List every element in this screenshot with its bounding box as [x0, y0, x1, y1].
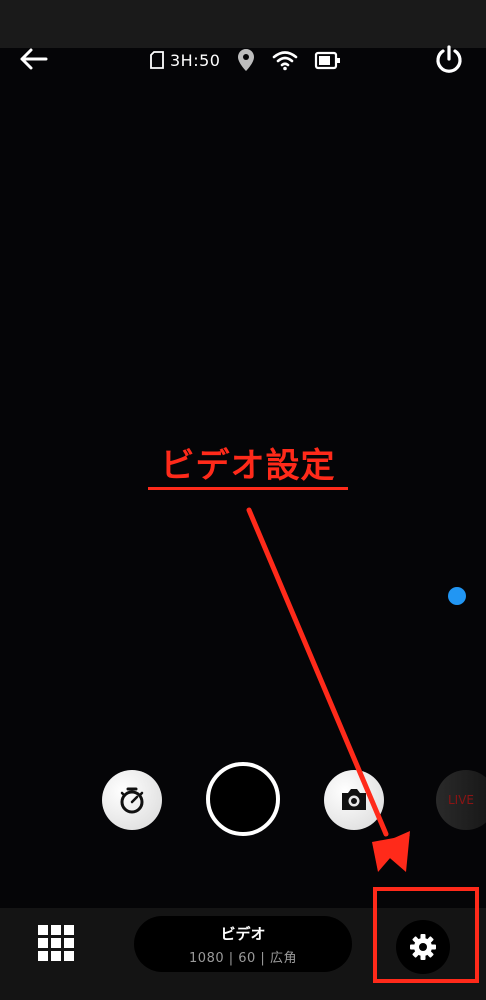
sd-remaining-time: 3H:50: [170, 50, 221, 70]
status-indicators: 3H:50: [150, 46, 342, 74]
timer-icon: [120, 787, 144, 814]
status-bar: 3H:50: [0, 40, 486, 80]
annotation-highlight-box: [373, 887, 479, 983]
battery-icon: [315, 51, 341, 70]
grid-icon[interactable]: [38, 925, 74, 961]
camera-icon: [342, 789, 366, 810]
shutter-button[interactable]: [206, 762, 280, 836]
photo-mode-button[interactable]: [324, 770, 384, 830]
mode-selector[interactable]: ビデオ 1080 | 60 | 広角: [134, 916, 352, 972]
location-pin-icon: [238, 49, 255, 71]
wifi-icon: [273, 51, 298, 71]
sd-card-status: 3H:50: [150, 51, 220, 70]
annotation-underline: [148, 487, 348, 490]
sd-card-icon: [150, 51, 164, 69]
timer-button[interactable]: [102, 770, 162, 830]
back-arrow-icon[interactable]: [18, 46, 48, 72]
mode-title: ビデオ: [220, 925, 266, 943]
annotation-label: ビデオ設定: [160, 446, 336, 486]
power-icon[interactable]: [434, 44, 464, 74]
indicator-dot[interactable]: [448, 587, 466, 605]
live-label: LIVE: [447, 793, 474, 807]
mode-settings-summary: 1080 | 60 | 広角: [189, 951, 297, 966]
